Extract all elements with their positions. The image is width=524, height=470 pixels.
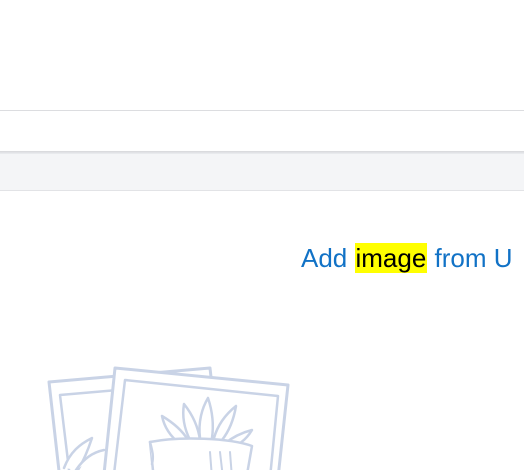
add-link-suffix: from U <box>427 243 513 273</box>
photo-placeholder-icon <box>47 366 290 470</box>
add-link-prefix: Add <box>301 243 355 273</box>
search-bar[interactable] <box>0 111 524 151</box>
page: Add image from U <box>0 0 524 470</box>
filter-bar <box>0 154 524 191</box>
top-blank-area <box>0 0 524 110</box>
add-image-link[interactable]: Add image from U <box>301 240 513 276</box>
search-highlight: image <box>354 243 428 273</box>
